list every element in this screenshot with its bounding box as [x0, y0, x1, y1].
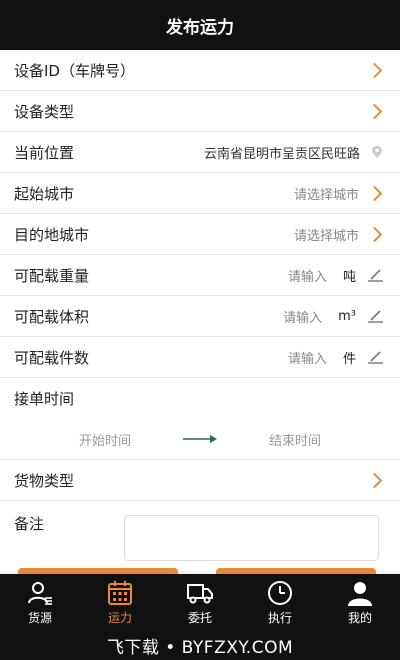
end-time-input[interactable]: 结束时间 — [245, 430, 345, 449]
remark-label: 备注 — [14, 515, 45, 533]
pencil-icon — [368, 351, 383, 364]
tab-label: 运力 — [107, 610, 132, 625]
device-type-label: 设备类型 — [14, 102, 75, 121]
calendar-icon — [108, 580, 132, 605]
publish-capacity-form: 设备ID（车牌号） 设备类型 当前位置 云南省昆明市呈贡区民旺路 起始城市 请选… — [0, 50, 400, 571]
pieces-unit: 件 — [342, 351, 356, 367]
current-location-row[interactable]: 当前位置 云南省昆明市呈贡区民旺路 — [0, 132, 400, 173]
volume-label: 可配载体积 — [14, 307, 90, 326]
remark-textarea[interactable] — [124, 515, 379, 561]
weight-label: 可配载重量 — [14, 266, 90, 285]
page-title: 发布运力 — [166, 17, 234, 38]
destination-city-label: 目的地城市 — [14, 225, 90, 244]
user-icon — [28, 581, 52, 605]
tab-label: 货源 — [27, 610, 52, 625]
pieces-label: 可配载件数 — [14, 348, 90, 367]
current-location-label: 当前位置 — [14, 143, 75, 162]
chevron-right-icon — [366, 103, 383, 119]
destination-city-placeholder: 请选择城市 — [293, 228, 359, 244]
chevron-right-icon — [366, 472, 383, 488]
pieces-input[interactable]: 请输入 — [89, 348, 337, 367]
start-time-input[interactable]: 开始时间 — [55, 430, 155, 449]
volume-unit: m³ — [338, 308, 356, 324]
pencil-icon — [368, 310, 383, 323]
tab-cargo-source[interactable]: 货源 — [0, 574, 80, 630]
location-pin-icon[interactable] — [370, 145, 384, 159]
clock-icon — [268, 580, 292, 605]
start-city-label: 起始城市 — [14, 184, 75, 203]
bottom-tab-bar: 货源 运力 委托 执行 我的 — [0, 574, 400, 630]
truck-icon — [187, 583, 213, 603]
volume-row[interactable]: 可配载体积 请输入 m³ — [0, 296, 400, 337]
person-icon — [348, 581, 372, 606]
watermark-text: 飞下载 • BYFZXY.COM — [106, 637, 294, 658]
chevron-right-icon — [366, 62, 383, 78]
tab-mine[interactable]: 我的 — [320, 574, 400, 630]
tab-label: 委托 — [187, 610, 212, 625]
current-location-value: 云南省昆明市呈贡区民旺路 — [203, 146, 360, 162]
order-time-row: 接单时间 — [0, 378, 400, 419]
start-city-row[interactable]: 起始城市 请选择城市 — [0, 173, 400, 214]
device-id-row[interactable]: 设备ID（车牌号） — [0, 50, 400, 91]
device-type-row[interactable]: 设备类型 — [0, 91, 400, 132]
weight-row[interactable]: 可配载重量 请输入 吨 — [0, 255, 400, 296]
tab-entrust[interactable]: 委托 — [160, 574, 240, 630]
cargo-type-label: 货物类型 — [14, 471, 75, 490]
order-time-label: 接单时间 — [14, 390, 75, 408]
weight-input[interactable]: 请输入 — [89, 266, 337, 285]
start-city-placeholder: 请选择城市 — [293, 187, 359, 203]
destination-city-row[interactable]: 目的地城市 请选择城市 — [0, 214, 400, 255]
tab-label: 我的 — [347, 610, 372, 625]
weight-unit: 吨 — [342, 269, 356, 285]
pencil-icon — [368, 269, 383, 282]
tab-label: 执行 — [267, 610, 292, 625]
order-time-range: 开始时间 结束时间 — [0, 419, 400, 460]
volume-input[interactable]: 请输入 — [89, 307, 332, 326]
arrow-right-icon — [155, 434, 245, 444]
pieces-row[interactable]: 可配载件数 请输入 件 — [0, 337, 400, 378]
tab-capacity[interactable]: 运力 — [80, 574, 160, 630]
cargo-type-row[interactable]: 货物类型 — [0, 460, 400, 501]
watermark: 飞下载 • BYFZXY.COM — [0, 630, 400, 660]
device-id-label: 设备ID（车牌号） — [14, 61, 135, 80]
chevron-right-icon — [366, 185, 383, 201]
tab-execute[interactable]: 执行 — [240, 574, 320, 630]
chevron-right-icon — [366, 226, 383, 242]
page-header: 发布运力 — [0, 0, 400, 50]
